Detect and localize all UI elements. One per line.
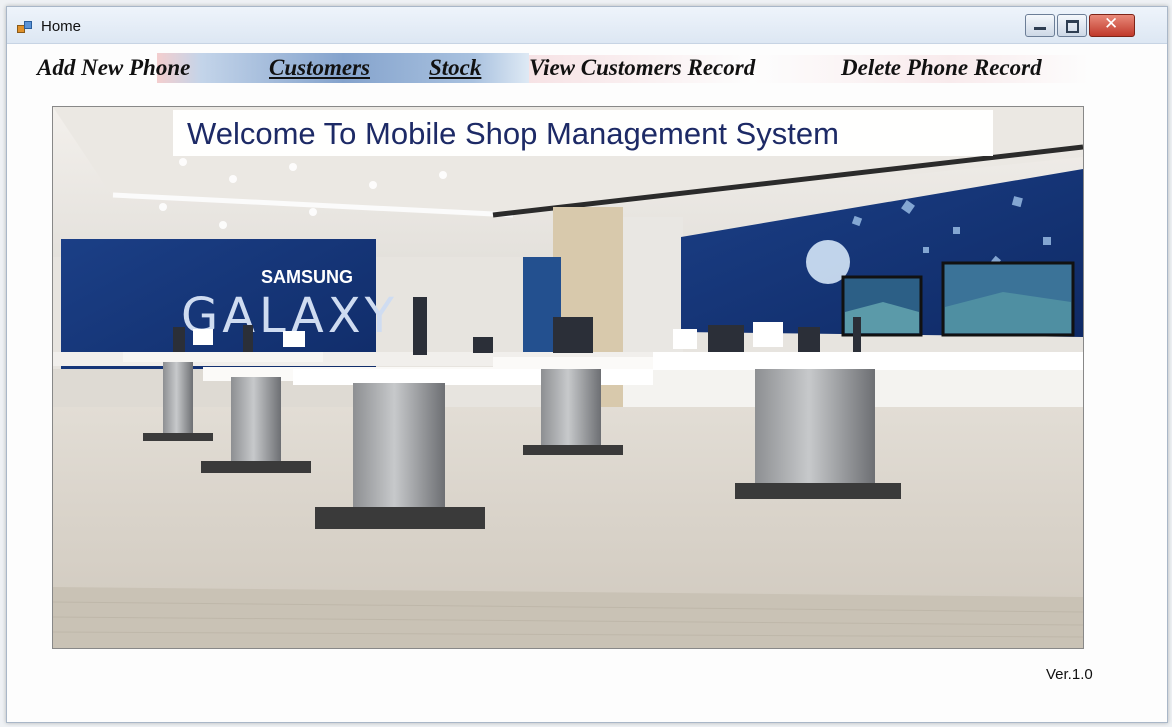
app-window-icon — [17, 20, 32, 33]
maximize-button[interactable] — [1057, 14, 1087, 37]
welcome-text: Welcome To Mobile Shop Management System — [187, 116, 839, 151]
title-bar[interactable]: Home ✕ — [7, 7, 1167, 44]
welcome-banner: Welcome To Mobile Shop Management System — [173, 110, 993, 156]
close-icon: ✕ — [1104, 14, 1119, 34]
minimize-icon — [1034, 27, 1046, 30]
menu-bar: Add New Phone Customers Stock View Custo… — [7, 43, 1167, 93]
version-label: Ver.1.0 — [1046, 666, 1093, 683]
menu-item-add-new-phone[interactable]: Add New Phone — [37, 55, 190, 81]
minimize-button[interactable] — [1025, 14, 1055, 37]
maximize-icon — [1066, 20, 1079, 33]
menu-item-customers[interactable]: Customers — [269, 55, 370, 81]
window-title: Home — [41, 18, 82, 35]
menu-item-delete-phone-record[interactable]: Delete Phone Record — [841, 55, 1042, 81]
menu-item-stock[interactable]: Stock — [429, 55, 481, 81]
brand-samsung-text: SAMSUNG — [261, 267, 353, 287]
close-button[interactable]: ✕ — [1089, 14, 1135, 37]
menu-item-view-customers-record[interactable]: View Customers Record — [529, 55, 755, 81]
store-image: SAMSUNG GALAXY — [52, 106, 1084, 649]
